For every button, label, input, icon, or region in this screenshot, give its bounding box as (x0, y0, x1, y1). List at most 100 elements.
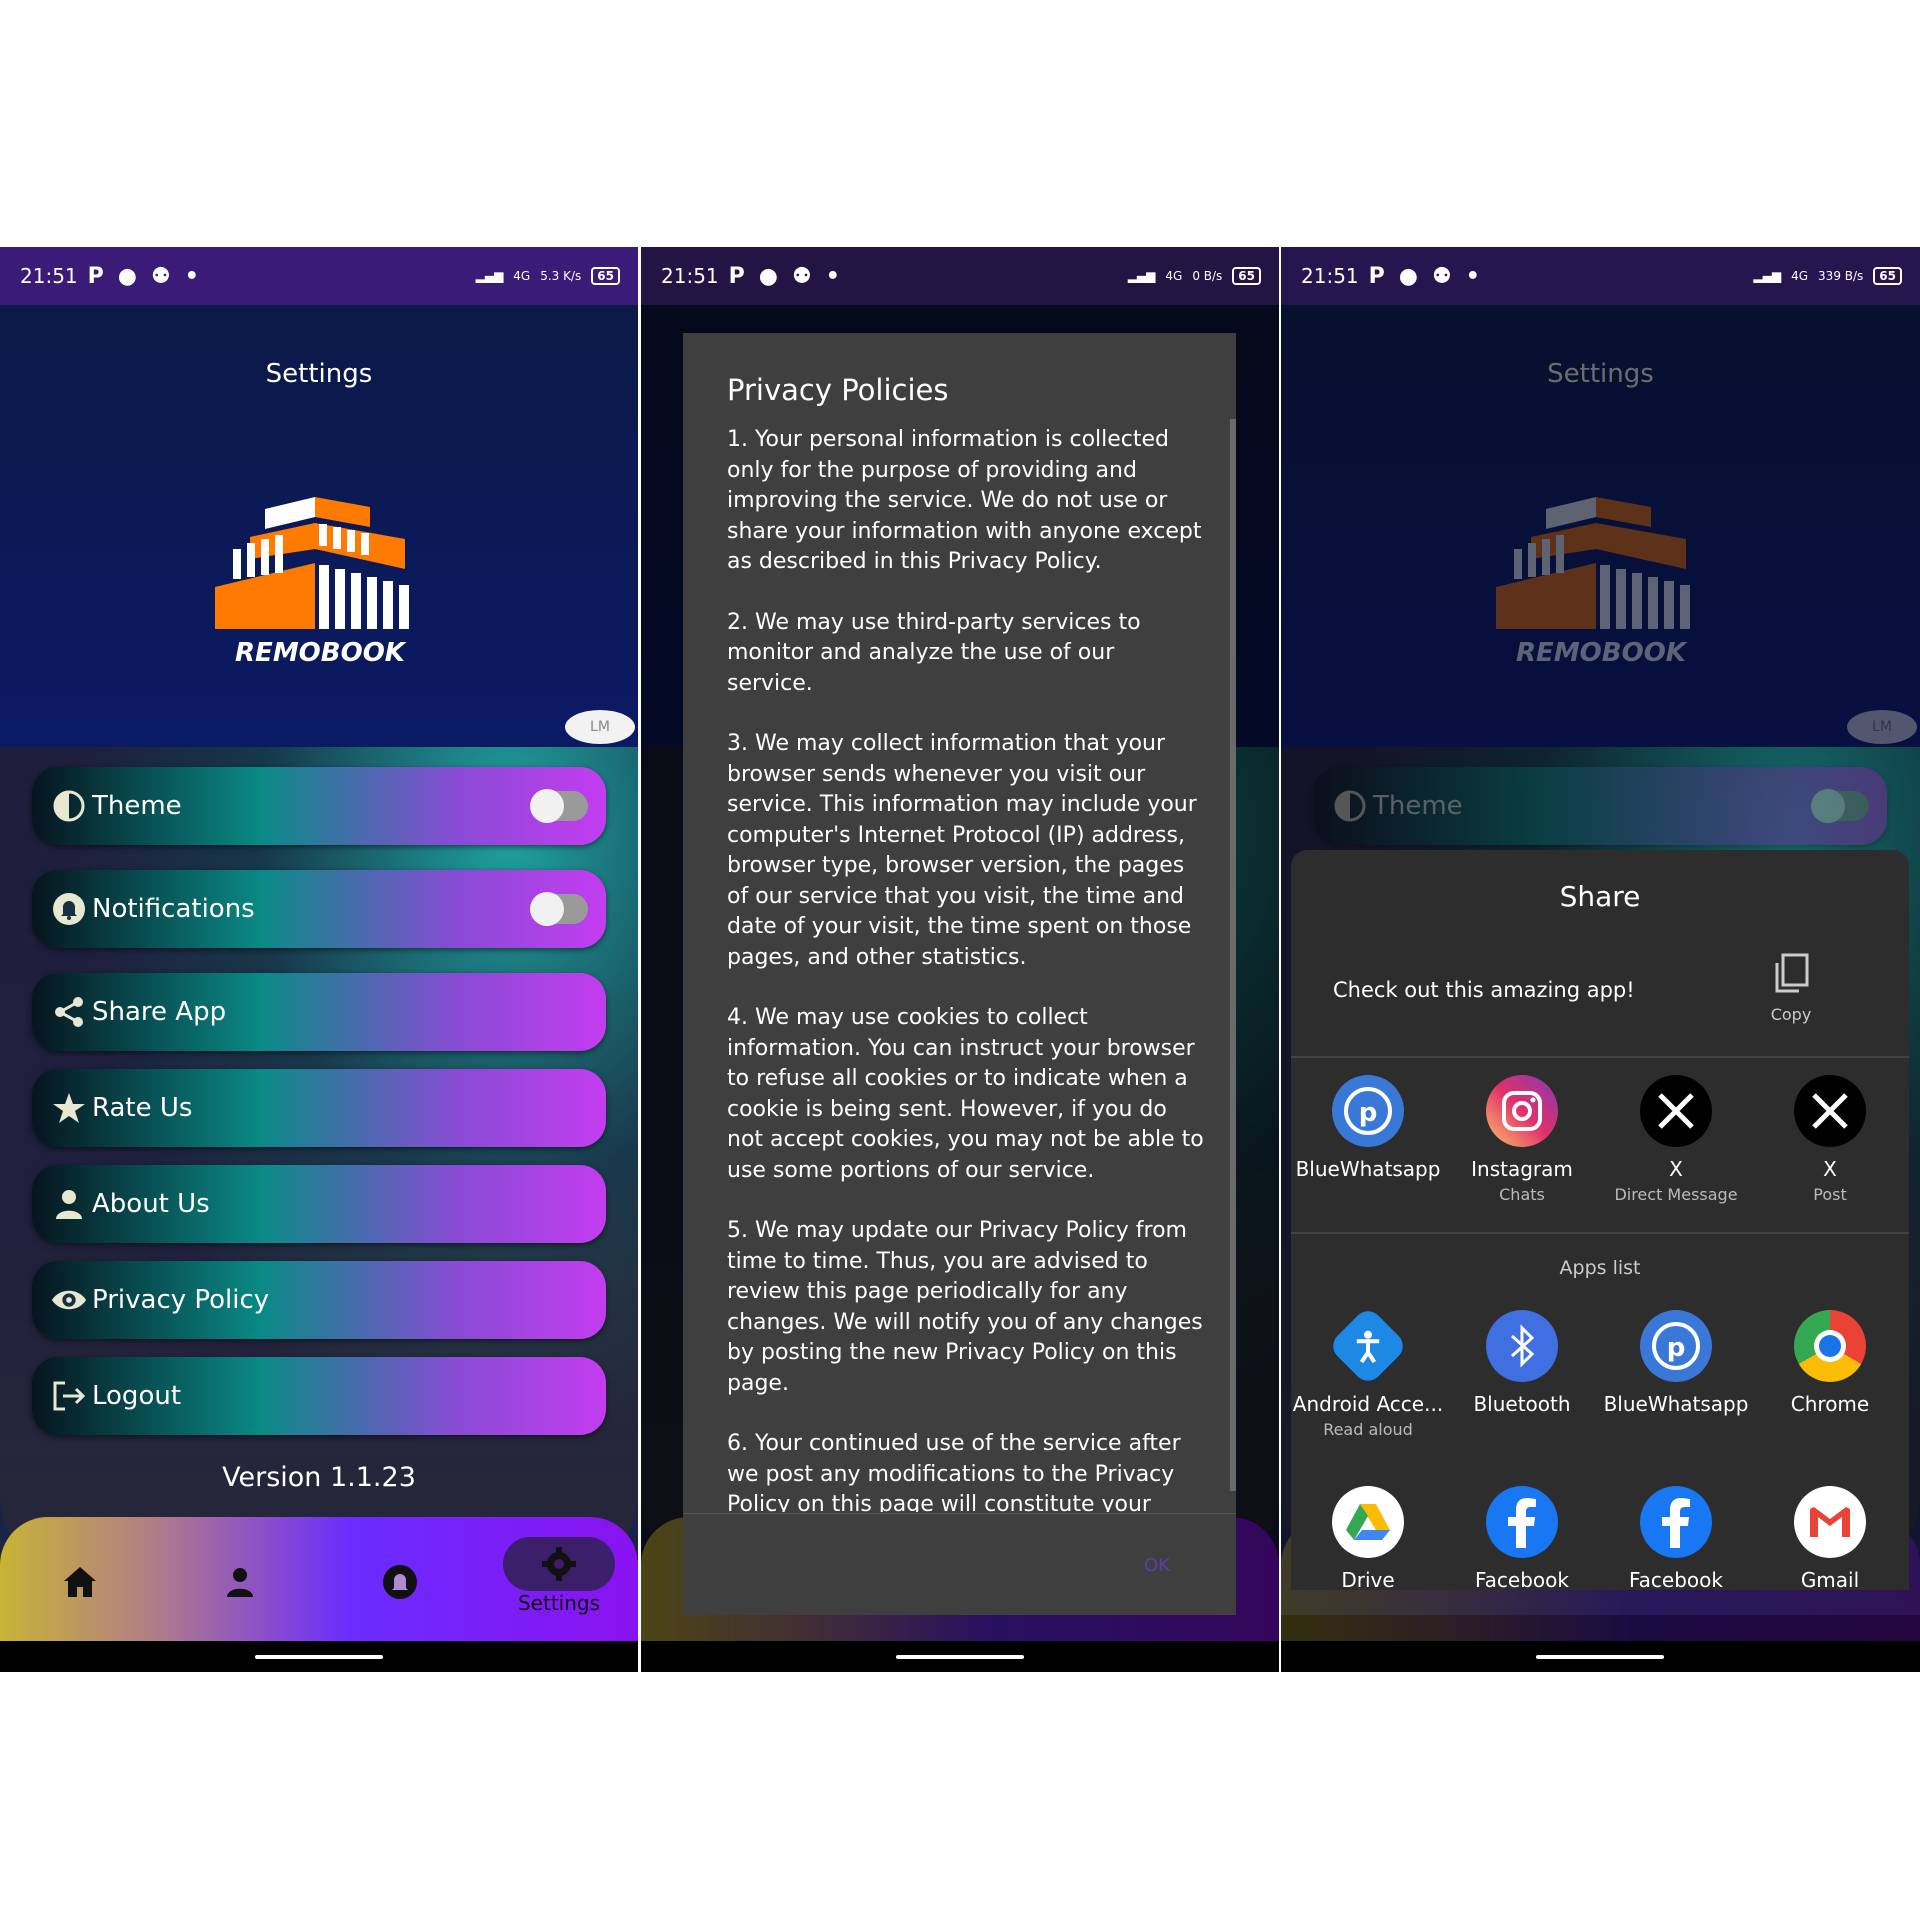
status-bar: 21:51 P ● ⚉ • ▂▄▆ 4G 0 B/s 65 (641, 247, 1279, 305)
add-user-icon: ⚉ (791, 263, 812, 289)
app-name: Bluetooth (1473, 1392, 1571, 1416)
direct-share-bluewhatsapp[interactable]: p BlueWhatsapp (1291, 1075, 1445, 1181)
speed-text: 0 B/s (1192, 269, 1223, 283)
home-indicator[interactable] (1536, 1655, 1664, 1659)
settings-nav-button[interactable] (503, 1537, 615, 1591)
bluewhatsapp-icon: p (1640, 1310, 1712, 1382)
privacy-policy-item[interactable]: Privacy Policy (32, 1261, 606, 1339)
app-subtitle: Post (1813, 1185, 1847, 1204)
app-chrome[interactable]: Chrome (1753, 1310, 1907, 1416)
notifications-item[interactable]: Notifications (32, 870, 606, 948)
share-title: Share (1559, 880, 1641, 913)
accessibility-icon (1327, 1305, 1409, 1387)
app-name: Instagram (1471, 1157, 1573, 1181)
star-icon (50, 1089, 88, 1127)
theme-icon (50, 787, 88, 825)
copy-label: Copy (1770, 1005, 1812, 1024)
chat-icon: ● (758, 263, 778, 289)
x-icon (1794, 1075, 1866, 1147)
app-facebook-2[interactable]: Facebook (1599, 1486, 1753, 1590)
theme-toggle[interactable] (530, 789, 588, 823)
logout-label: Logout (92, 1381, 182, 1411)
share-app-item[interactable]: Share App (32, 973, 606, 1051)
app-name: Facebook (1629, 1568, 1723, 1590)
home-icon[interactable] (50, 1557, 110, 1607)
copy-button[interactable]: Copy (1756, 953, 1826, 1024)
svg-text:p: p (1359, 1098, 1378, 1128)
policy-paragraph: 5. We may update our Privacy Policy from… (727, 1218, 1203, 1396)
version-text: Version 1.1.23 (222, 1462, 416, 1493)
signal-icon: ▂▄▆ (1127, 269, 1156, 283)
policy-paragraph: 2. We may use third-party services to mo… (727, 609, 1141, 696)
theme-label: Theme (92, 791, 182, 821)
theme-item[interactable]: Theme (32, 767, 606, 845)
notifications-nav-icon[interactable] (370, 1557, 430, 1607)
status-bar: 21:51 P ● ⚉ • ▂▄▆ 4G 5.3 K/s 65 (0, 247, 638, 305)
signal-icon: ▂▄▆ (1753, 269, 1782, 283)
share-screen: 21:51 P ● ⚉ • ▂▄▆ 4G 339 B/s 65 Settings RE… (1281, 247, 1920, 1672)
policy-paragraph: 6. Your continued use of the service aft… (727, 1431, 1181, 1512)
share-app-label: Share App (92, 997, 227, 1027)
status-time: 21:51 (661, 264, 719, 288)
speed-text: 339 B/s (1818, 269, 1864, 283)
chat-icon: ● (1398, 263, 1418, 289)
network-type: 4G (513, 269, 531, 283)
notifications-toggle[interactable] (530, 892, 588, 926)
app-name: X (1669, 1157, 1683, 1181)
app-facebook[interactable]: Facebook (1445, 1486, 1599, 1590)
lm-badge: LM (565, 710, 635, 744)
privacy-dialog: Privacy Policies 1. Your personal inform… (683, 333, 1236, 1615)
divider (1291, 1232, 1909, 1234)
ok-button[interactable]: OK (1144, 1555, 1170, 1576)
add-user-icon: ⚉ (1431, 263, 1452, 289)
chat-icon: ● (117, 263, 137, 289)
settings-nav-label: Settings (517, 1591, 601, 1615)
p-icon: P (87, 263, 104, 289)
bottom-nav: Settings (0, 1517, 638, 1641)
direct-share-instagram[interactable]: Instagram Chats (1445, 1075, 1599, 1204)
network-type: 4G (1165, 269, 1183, 283)
drive-icon (1332, 1486, 1404, 1558)
p-icon: P (1368, 263, 1385, 289)
privacy-screen: 21:51 P ● ⚉ • ▂▄▆ 4G 0 B/s 65 Privacy Polic… (641, 247, 1279, 1672)
policy-paragraph: 1. Your personal information is collecte… (727, 427, 1202, 574)
scrollbar[interactable] (1230, 419, 1236, 1491)
app-name: Facebook (1475, 1568, 1569, 1590)
dot-icon: • (184, 263, 199, 289)
app-drive[interactable]: Drive (1291, 1486, 1445, 1590)
chrome-icon (1794, 1310, 1866, 1382)
bluewhatsapp-icon: p (1332, 1075, 1404, 1147)
divider (683, 1513, 1236, 1514)
status-time: 21:51 (1301, 264, 1359, 288)
direct-share-x-dm[interactable]: X Direct Message (1599, 1075, 1753, 1204)
about-us-item[interactable]: About Us (32, 1165, 606, 1243)
privacy-policy-label: Privacy Policy (92, 1285, 270, 1315)
divider (1291, 1056, 1909, 1058)
dot-icon: • (1465, 263, 1480, 289)
svg-text:p: p (1667, 1333, 1686, 1363)
x-icon (1640, 1075, 1712, 1147)
home-indicator[interactable] (896, 1655, 1024, 1659)
battery-icon: 65 (1232, 267, 1261, 285)
app-bluewhatsapp[interactable]: p BlueWhatsapp (1599, 1310, 1753, 1416)
logout-icon (50, 1377, 88, 1415)
rate-us-item[interactable]: Rate Us (32, 1069, 606, 1147)
dialog-body[interactable]: 1. Your personal information is collecte… (727, 425, 1207, 1512)
policy-paragraph: 3. We may collect information that your … (727, 731, 1197, 970)
person-icon (50, 1185, 88, 1223)
app-name: Drive (1341, 1568, 1395, 1590)
app-bluetooth[interactable]: Bluetooth (1445, 1310, 1599, 1416)
app-android-accessibility[interactable]: Android Acce... Read aloud (1291, 1305, 1445, 1439)
rate-us-label: Rate Us (92, 1093, 193, 1123)
profile-icon[interactable] (210, 1557, 270, 1607)
app-gmail[interactable]: Gmail (1753, 1486, 1907, 1590)
logout-item[interactable]: Logout (32, 1357, 606, 1435)
p-icon: P (728, 263, 745, 289)
app-name: BlueWhatsapp (1603, 1392, 1749, 1416)
notifications-label: Notifications (92, 894, 255, 924)
home-indicator[interactable] (255, 1655, 383, 1659)
about-us-label: About Us (92, 1189, 210, 1219)
app-name: BlueWhatsapp (1295, 1157, 1441, 1181)
network-type: 4G (1791, 269, 1809, 283)
direct-share-x-post[interactable]: X Post (1753, 1075, 1907, 1204)
